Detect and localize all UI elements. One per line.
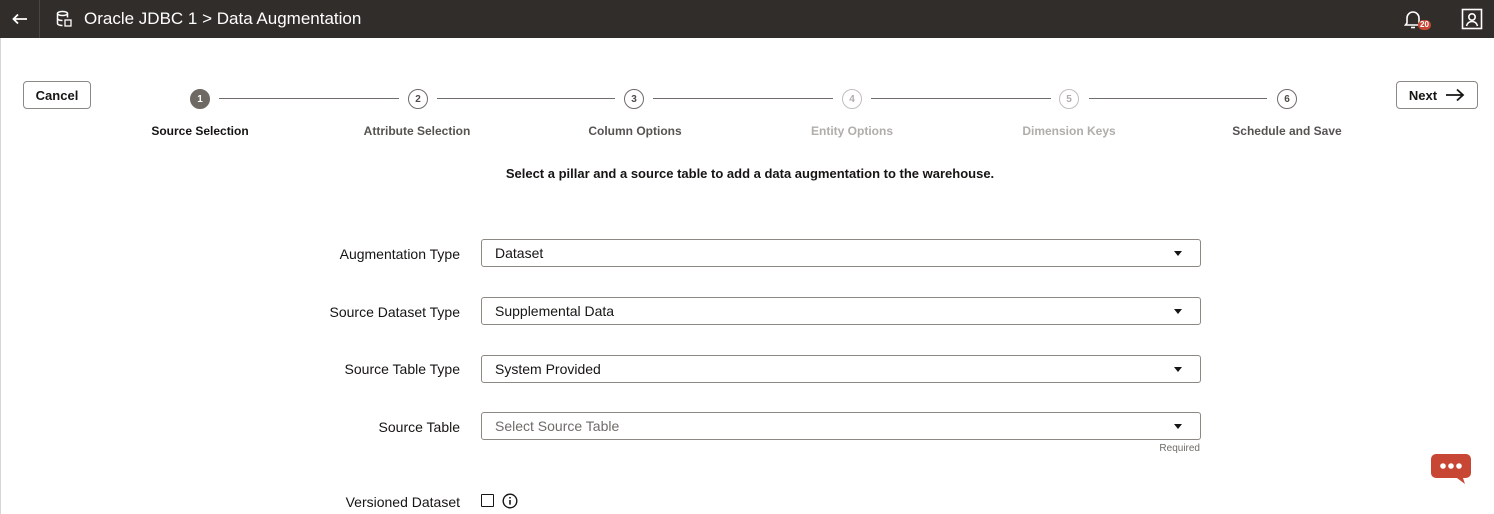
step-4-label: Entity Options — [811, 124, 893, 138]
page-title: Oracle JDBC 1 > Data Augmentation — [84, 9, 362, 28]
caret-down-icon — [1174, 424, 1182, 429]
augmentation-type-value: Dataset — [495, 245, 544, 261]
augmentation-type-label: Augmentation Type — [339, 246, 460, 262]
source-table-type-label: Source Table Type — [344, 361, 460, 377]
versioned-dataset-label: Versioned Dataset — [345, 494, 460, 510]
step-5-circle: 5 — [1059, 89, 1079, 109]
versioned-dataset-checkbox[interactable] — [481, 494, 494, 507]
caret-down-icon — [1174, 309, 1182, 314]
next-button[interactable]: Next — [1396, 81, 1478, 109]
caret-down-icon — [1174, 251, 1182, 256]
user-icon[interactable] — [1461, 8, 1483, 30]
train-connector — [219, 98, 399, 99]
chat-icon[interactable] — [1430, 453, 1472, 485]
database-icon — [56, 10, 72, 27]
notifications-button[interactable]: 20 — [1402, 8, 1432, 32]
source-dataset-type-label: Source Dataset Type — [329, 304, 460, 320]
step-3-circle[interactable]: 3 — [624, 89, 644, 109]
step-6-label[interactable]: Schedule and Save — [1197, 124, 1377, 138]
train-connector — [1089, 98, 1267, 99]
source-table-label: Source Table — [378, 419, 460, 435]
source-dataset-type-select[interactable]: Supplemental Data — [481, 297, 1201, 325]
step-6-circle[interactable]: 6 — [1277, 89, 1297, 109]
step-1-label[interactable]: Source Selection — [110, 124, 290, 138]
step-5-label: Dimension Keys — [1022, 124, 1116, 138]
arrow-right-icon — [1446, 88, 1465, 102]
required-hint: Required — [1159, 443, 1200, 454]
step-4-circle: 4 — [842, 89, 862, 109]
back-button[interactable] — [0, 0, 40, 38]
next-button-label: Next — [1408, 87, 1438, 103]
source-table-type-value: System Provided — [495, 361, 601, 377]
source-dataset-type-value: Supplemental Data — [495, 303, 615, 319]
step-3-label[interactable]: Column Options — [545, 124, 725, 138]
train-connector — [437, 98, 615, 99]
notification-badge: 20 — [1418, 20, 1431, 30]
step-2-circle[interactable]: 2 — [408, 89, 428, 109]
info-icon[interactable] — [502, 493, 518, 509]
step-2-label[interactable]: Attribute Selection — [327, 124, 507, 138]
cancel-button[interactable]: Cancel — [23, 81, 91, 109]
caret-down-icon — [1174, 367, 1182, 372]
app-header: Oracle JDBC 1 > Data Augmentation 20 — [0, 0, 1494, 38]
back-arrow-icon — [11, 13, 27, 25]
page-edge — [0, 38, 1, 514]
source-table-select[interactable]: Select Source Table — [481, 412, 1201, 440]
train-connector — [871, 98, 1051, 99]
instruction-text: Select a pillar and a source table to ad… — [505, 166, 995, 181]
source-table-placeholder: Select Source Table — [495, 418, 620, 434]
source-table-type-select[interactable]: System Provided — [481, 355, 1201, 383]
cancel-button-label: Cancel — [35, 87, 79, 103]
augmentation-type-select[interactable]: Dataset — [481, 239, 1201, 267]
step-1-circle[interactable]: 1 — [190, 89, 210, 109]
train-connector — [653, 98, 833, 99]
